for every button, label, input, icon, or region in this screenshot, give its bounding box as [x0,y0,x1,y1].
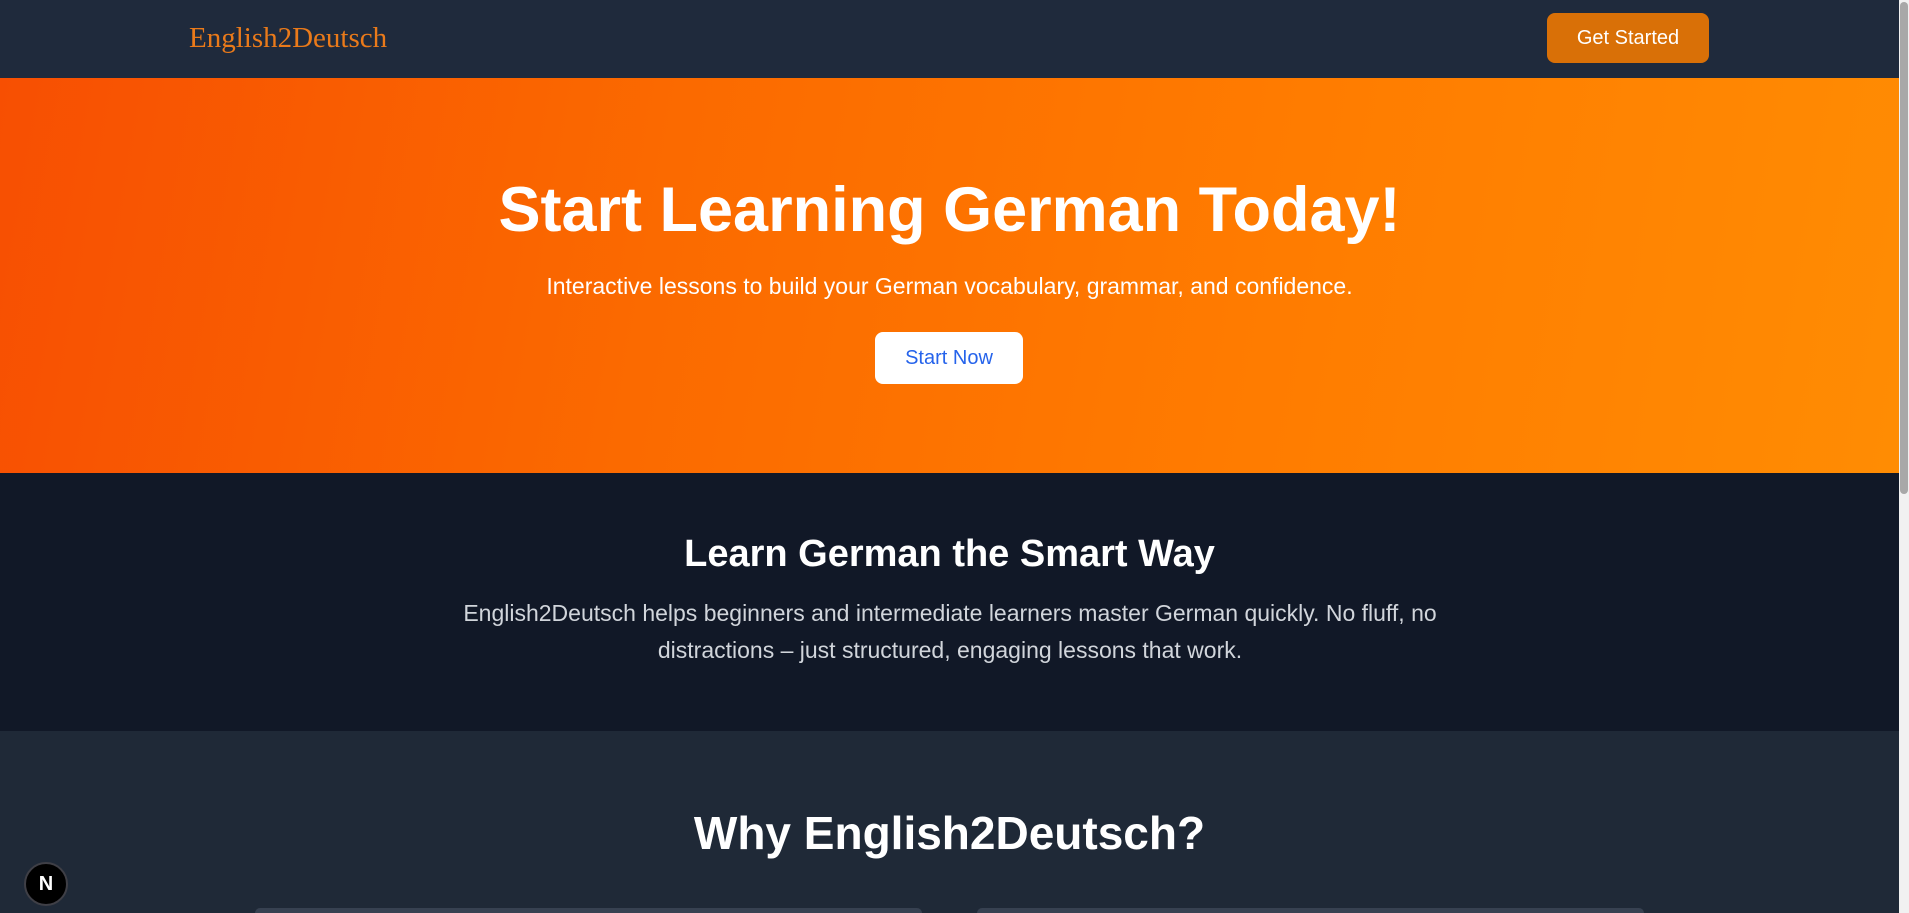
site-logo[interactable]: English2Deutsch [189,17,387,59]
nextjs-logo-icon[interactable]: N [24,862,68,906]
navbar: English2Deutsch Get Started [0,0,1899,78]
hero-title: Start Learning German Today! [498,175,1401,245]
browser-viewport: English2Deutsch Get Started Start Learni… [0,0,1909,913]
feature-card [977,908,1644,913]
feature-card [255,908,922,913]
vertical-scrollbar[interactable] [1899,0,1909,913]
get-started-button[interactable]: Get Started [1547,13,1709,63]
hero-section: Start Learning German Today! Interactive… [0,78,1899,473]
smart-way-description: English2Deutsch helps beginners and inte… [463,600,1437,663]
hero-subtitle: Interactive lessons to build your German… [546,273,1353,299]
page: English2Deutsch Get Started Start Learni… [0,0,1899,913]
smart-way-title: Learn German the Smart Way [684,533,1215,575]
smart-way-section: Learn German the Smart Way English2Deuts… [0,473,1899,731]
why-title: Why English2Deutsch? [693,807,1206,859]
start-now-button[interactable]: Start Now [875,332,1023,384]
scrollbar-thumb[interactable] [1900,2,1908,494]
why-section: Why English2Deutsch? [0,731,1899,913]
